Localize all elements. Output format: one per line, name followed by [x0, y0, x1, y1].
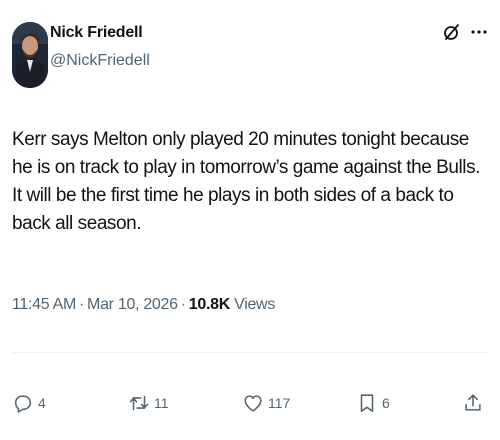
reply-icon — [12, 392, 34, 414]
post-date[interactable]: Mar 10, 2026 — [87, 296, 178, 313]
post-time[interactable]: 11:45 AM — [12, 296, 76, 313]
bookmark-count: 6 — [382, 395, 390, 411]
bookmark-icon — [356, 392, 378, 414]
like-icon — [242, 392, 264, 414]
bookmark-button[interactable]: 6 — [356, 392, 390, 414]
more-icon[interactable] — [470, 22, 488, 42]
reply-count: 4 — [38, 395, 46, 411]
post-card: Nick Friedell @NickFriedell Kerr says Me… — [0, 0, 500, 440]
repost-count: 11 — [154, 395, 169, 411]
author-handle[interactable]: @NickFriedell — [50, 52, 150, 70]
like-button[interactable]: 117 — [242, 392, 290, 414]
author-name[interactable]: Nick Friedell — [50, 24, 143, 42]
meta-separator: · — [79, 296, 85, 313]
grok-icon[interactable] — [442, 22, 462, 42]
post-header-actions — [442, 22, 488, 42]
repost-icon — [128, 392, 150, 414]
divider — [12, 352, 488, 353]
post-actions: 4 11 117 6 — [0, 392, 500, 422]
repost-button[interactable]: 11 — [128, 392, 169, 414]
like-count: 117 — [268, 395, 291, 411]
views-count: 10.8K — [188, 296, 231, 313]
meta-separator: · — [180, 296, 186, 313]
share-icon — [462, 392, 484, 414]
share-button[interactable] — [462, 392, 484, 414]
views-label: Views — [234, 296, 276, 313]
post-text: Kerr says Melton only played 20 minutes … — [12, 129, 480, 234]
reply-button[interactable]: 4 — [12, 392, 46, 414]
avatar[interactable] — [12, 22, 48, 88]
post-meta: 11:45 AM · Mar 10, 2026 · 10.8K Views — [12, 296, 275, 314]
